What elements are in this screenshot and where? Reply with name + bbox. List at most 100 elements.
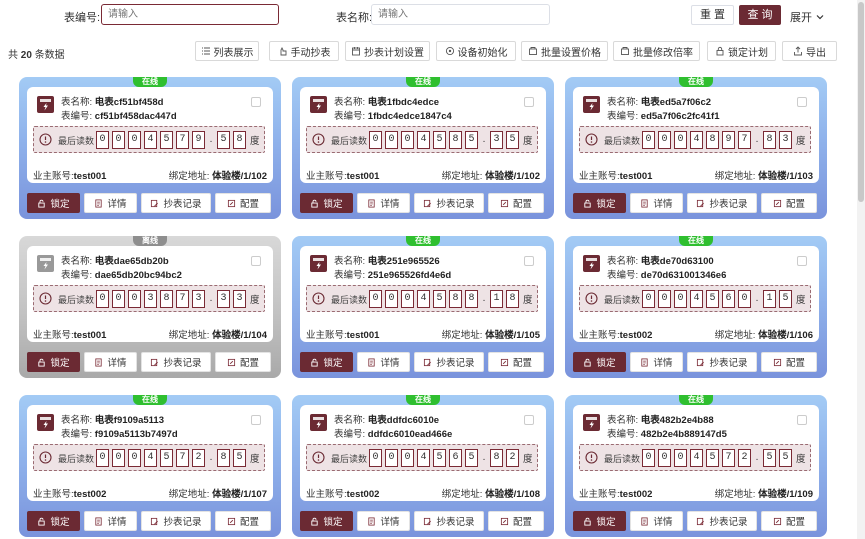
config-button[interactable]: 配置	[488, 193, 544, 213]
lock-button[interactable]: 锁定	[573, 511, 626, 531]
meter-card[interactable]: 在线 表名称: 电表482b2e4b88 表编号: 482b2e4b889147d5…	[565, 395, 827, 537]
edit-icon	[773, 358, 782, 367]
edit-note-icon	[423, 199, 432, 208]
lock-button[interactable]: 锁定	[27, 193, 80, 213]
last-reading-panel: 最后读数 0 0 0 4 5 8 5. 3 5 度	[306, 126, 538, 153]
meter-card[interactable]: 在线 表名称: 电表ddfdc6010e 表编号: ddfdc6010ead466e…	[292, 395, 554, 537]
detail-button[interactable]: 详情	[84, 193, 137, 213]
scrollbar-thumb[interactable]	[858, 2, 864, 202]
scrollbar[interactable]	[857, 0, 865, 539]
toolbar-button-8[interactable]: 导出	[782, 41, 837, 61]
reset-button[interactable]: 重 置	[691, 5, 734, 25]
toolbar-button-4[interactable]: 设备初始化	[436, 41, 516, 61]
lock-button[interactable]: 锁定	[573, 352, 626, 372]
config-button[interactable]: 配置	[215, 193, 271, 213]
bound-address: 绑定地址: 体验楼/1/102	[442, 168, 540, 182]
address-label: 绑定地址:	[714, 330, 756, 341]
config-button[interactable]: 配置	[761, 193, 817, 213]
reading-record-button[interactable]: 抄表记录	[141, 511, 211, 531]
record-label: 抄表记录	[436, 358, 475, 369]
meter-card[interactable]: 在线 表名称: 电表cf51bf458d 表编号: cf51bf458dac447d…	[19, 77, 281, 219]
toolbar-button-2[interactable]: 手动抄表	[269, 41, 339, 61]
meter-card[interactable]: 离线 表名称: 电表dae65db20b 表编号: dae65db20bc94bc2…	[19, 236, 281, 378]
config-button[interactable]: 配置	[488, 352, 544, 372]
record-label: 抄表记录	[163, 358, 202, 369]
detail-button[interactable]: 详情	[630, 511, 683, 531]
meter-no-row: 表编号: ed5a7f06c2fc41f1	[607, 108, 719, 122]
reading-record-button[interactable]: 抄表记录	[414, 193, 484, 213]
reading-record-button[interactable]: 抄表记录	[687, 193, 757, 213]
select-checkbox[interactable]	[524, 415, 534, 425]
meter-card[interactable]: 在线 表名称: 电表1fbdc4edce 表编号: 1fbdc4edce1847c4…	[292, 77, 554, 219]
select-checkbox[interactable]	[251, 415, 261, 425]
reading-digit: 0	[674, 449, 687, 467]
meter-name-row: 表名称: 电表de70d63100	[607, 253, 714, 267]
edit-icon	[227, 358, 236, 367]
meter-name-input[interactable]	[371, 4, 550, 25]
detail-button[interactable]: 详情	[357, 511, 410, 531]
meter-no-label: 表编号:	[607, 429, 639, 440]
select-checkbox[interactable]	[797, 97, 807, 107]
edit-icon	[773, 199, 782, 208]
config-button[interactable]: 配置	[488, 511, 544, 531]
meter-no-label: 表编号:	[607, 270, 639, 281]
meter-no-row: 表编号: f9109a5113b7497d	[61, 426, 178, 440]
bound-address: 绑定地址: 体验楼/1/109	[715, 486, 813, 500]
select-checkbox[interactable]	[524, 97, 534, 107]
config-label: 配置	[239, 199, 259, 210]
select-checkbox[interactable]	[524, 256, 534, 266]
toolbar-button-5[interactable]: 批量设置价格	[521, 41, 608, 61]
gauge-icon	[312, 451, 325, 464]
expand-toggle[interactable]: 展开	[790, 9, 825, 25]
meter-name: 电表ed5a7f06c2	[640, 97, 712, 108]
toolbar-button-7[interactable]: 锁定计划	[707, 41, 776, 61]
lock-button[interactable]: 锁定	[27, 511, 80, 531]
config-button[interactable]: 配置	[215, 352, 271, 372]
select-checkbox[interactable]	[251, 97, 261, 107]
reading-record-button[interactable]: 抄表记录	[141, 193, 211, 213]
config-button[interactable]: 配置	[761, 352, 817, 372]
lock-button[interactable]: 锁定	[300, 511, 353, 531]
reading-unit: 度	[250, 136, 260, 147]
toolbar-button-3[interactable]: 抄表计划设置	[345, 41, 430, 61]
meter-card[interactable]: 在线 表名称: 电表ed5a7f06c2 表编号: ed5a7f06c2fc41f1…	[565, 77, 827, 219]
meter-card[interactable]: 在线 表名称: 电表f9109a5113 表编号: f9109a5113b7497d…	[19, 395, 281, 537]
detail-button[interactable]: 详情	[84, 352, 137, 372]
lock-button[interactable]: 锁定	[300, 352, 353, 372]
reading-record-button[interactable]: 抄表记录	[414, 352, 484, 372]
meter-no-row: 表编号: ddfdc6010ead466e	[334, 426, 452, 440]
reading-record-button[interactable]: 抄表记录	[414, 511, 484, 531]
edit-icon	[227, 199, 236, 208]
detail-button[interactable]: 详情	[84, 511, 137, 531]
select-checkbox[interactable]	[251, 256, 261, 266]
detail-button[interactable]: 详情	[357, 193, 410, 213]
detail-button[interactable]: 详情	[630, 352, 683, 372]
toolbar-button-1[interactable]: 列表展示	[195, 41, 259, 61]
reading-record-button[interactable]: 抄表记录	[687, 352, 757, 372]
meter-card[interactable]: 在线 表名称: 电表251e965526 表编号: 251e965526fd4e6d…	[292, 236, 554, 378]
reading-record-button[interactable]: 抄表记录	[141, 352, 211, 372]
lock-button[interactable]: 锁定	[300, 193, 353, 213]
reading-record-button[interactable]: 抄表记录	[687, 511, 757, 531]
detail-button[interactable]: 详情	[630, 193, 683, 213]
address-value: 体验楼/1/102	[485, 171, 540, 182]
lock-button[interactable]: 锁定	[573, 193, 626, 213]
reading-digit: 5	[233, 449, 246, 467]
card-body: 表名称: 电表482b2e4b88 表编号: 482b2e4b889147d5 最后…	[573, 405, 819, 501]
detail-button[interactable]: 详情	[357, 352, 410, 372]
select-checkbox[interactable]	[797, 256, 807, 266]
config-button[interactable]: 配置	[215, 511, 271, 531]
owner-value: test001	[346, 171, 380, 182]
reading-digit: 3	[144, 290, 157, 308]
export-icon	[793, 46, 803, 56]
lock-button[interactable]: 锁定	[27, 352, 80, 372]
query-button[interactable]: 查 询	[739, 5, 781, 25]
select-checkbox[interactable]	[797, 415, 807, 425]
meter-card[interactable]: 在线 表名称: 电表de70d63100 表编号: de70d631001346e6…	[565, 236, 827, 378]
meter-no-input[interactable]	[101, 4, 279, 25]
owner-account: 业主账号:test002	[579, 486, 652, 500]
owner-account: 业主账号:test001	[306, 327, 379, 341]
bound-address: 绑定地址: 体验楼/1/108	[442, 486, 540, 500]
toolbar-button-6[interactable]: 批量修改倍率	[613, 41, 700, 61]
config-button[interactable]: 配置	[761, 511, 817, 531]
